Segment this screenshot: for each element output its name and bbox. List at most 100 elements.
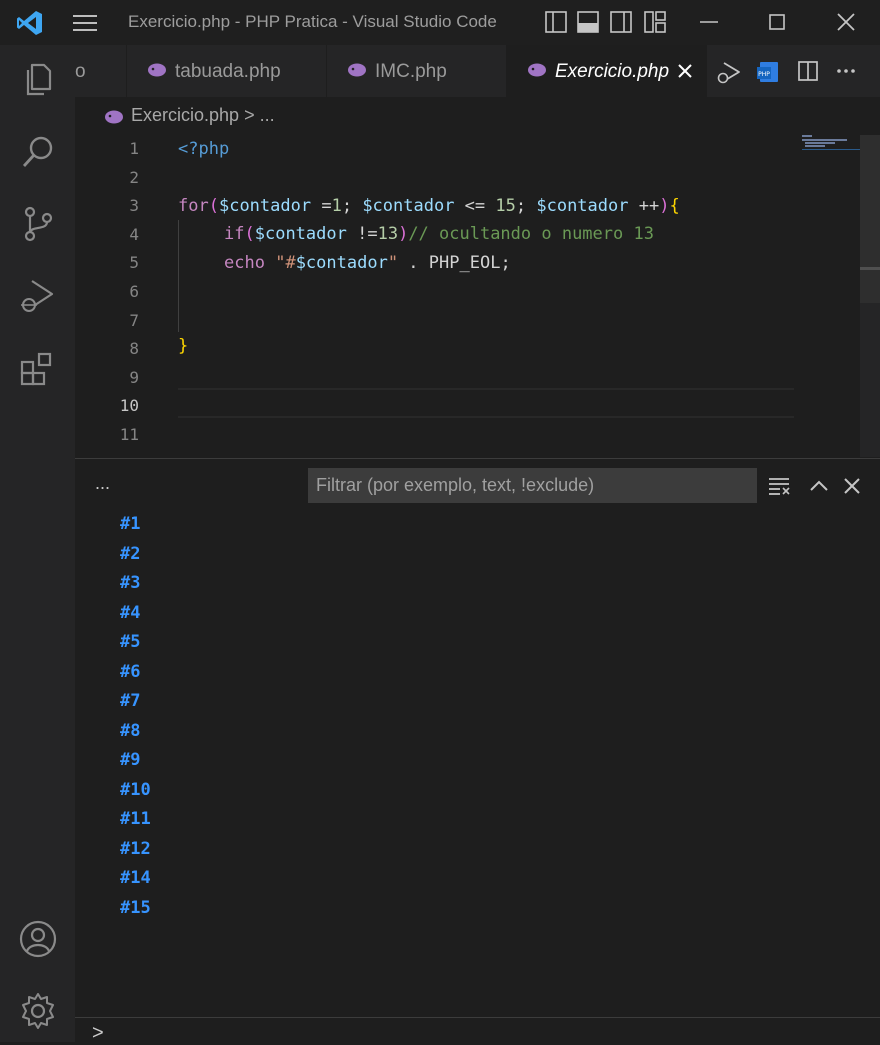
breadcrumb-file[interactable]: Exercicio.php	[131, 105, 239, 125]
filter-input[interactable]	[308, 468, 757, 503]
keyword-echo: echo	[224, 253, 265, 273]
code-line-1[interactable]: <?php	[178, 135, 229, 163]
breadcrumb-separator: >	[244, 105, 255, 125]
divider	[75, 1017, 880, 1018]
code-line-4[interactable]: if($contador !=13)// ocultando o numero …	[224, 220, 654, 248]
number: 1	[331, 196, 342, 216]
php-file-icon	[105, 110, 123, 124]
constant: PHP_EOL	[428, 253, 501, 273]
output-line: #10	[120, 779, 151, 800]
output-panel: ... #1#2#3#4#5#6#7#8#9#10#11#12#14#15 >	[75, 458, 880, 1044]
close-tab-icon[interactable]	[677, 63, 693, 79]
output-line: #15	[120, 897, 151, 918]
vscode-logo-icon[interactable]	[16, 9, 44, 37]
comment: // ocultando o numero 13	[408, 224, 654, 244]
brace: {	[669, 196, 680, 216]
panel-more-button[interactable]: ...	[95, 473, 110, 494]
line-number: 9	[129, 367, 139, 387]
output-line: #11	[120, 809, 151, 829]
tab-label: o	[75, 61, 86, 82]
php-file-icon	[528, 63, 546, 77]
explorer-icon[interactable]	[18, 59, 58, 99]
minimize-icon[interactable]	[697, 10, 721, 34]
code-line-3[interactable]: for($contador =1; $contador <= 15; $cont…	[178, 192, 680, 220]
php-file-icon	[148, 63, 166, 77]
minimap[interactable]	[802, 135, 860, 150]
operator: !=	[346, 224, 378, 244]
code-line-5[interactable]: echo "#$contador" . PHP_EOL;	[224, 249, 511, 277]
code-line-8[interactable]: }	[178, 332, 188, 360]
run-php-icon[interactable]	[715, 59, 741, 85]
line-number: 8	[129, 339, 139, 359]
customize-layout-icon[interactable]	[643, 10, 667, 34]
output-line: #8	[120, 720, 141, 741]
tab-tabuada[interactable]: tabuada.php	[127, 45, 327, 97]
variable: $contador	[362, 196, 455, 216]
tab-label: Exercicio.php	[555, 61, 670, 82]
filter-input-box[interactable]	[308, 468, 757, 503]
output-line: #4	[120, 602, 141, 623]
run-debug-icon[interactable]	[18, 276, 58, 316]
minimap-line	[805, 142, 835, 144]
output-line: #14	[120, 868, 151, 888]
close-icon[interactable]	[834, 10, 858, 34]
string: "#	[275, 253, 296, 273]
close-panel-icon[interactable]	[842, 476, 862, 496]
output-line: #5	[120, 632, 141, 652]
more-actions-icon[interactable]	[834, 59, 858, 83]
menu-icon[interactable]	[72, 12, 98, 34]
operator: <=	[454, 196, 496, 216]
output-line: #3	[120, 573, 141, 593]
chevron-up-icon[interactable]	[808, 476, 830, 496]
source-control-icon[interactable]	[18, 204, 58, 244]
current-line-highlight	[178, 388, 794, 418]
variable: $contador	[295, 253, 388, 273]
operator: .	[398, 253, 429, 273]
editor-scrollbar[interactable]	[860, 135, 880, 457]
paren: (	[244, 224, 255, 244]
clear-output-icon[interactable]	[767, 476, 793, 496]
line-number: 6	[129, 282, 139, 301]
minimap-line	[802, 139, 847, 141]
scrollbar-marker	[860, 267, 880, 270]
php-server-icon[interactable]: PHP	[755, 59, 781, 85]
line-number: 5	[129, 253, 139, 273]
line-number: 10	[119, 396, 139, 416]
minimap-line	[805, 145, 825, 147]
split-editor-icon[interactable]	[796, 59, 820, 83]
breadcrumb: Exercicio.php > ...	[75, 97, 880, 135]
paren: )	[659, 196, 670, 216]
tab-exercicio[interactable]: Exercicio.php	[507, 45, 707, 97]
number: 13	[377, 224, 399, 244]
toggle-panel-icon[interactable]	[576, 10, 600, 34]
tab-hidden[interactable]: o	[75, 45, 127, 97]
keyword-for: for	[178, 196, 209, 216]
activity-bar	[0, 45, 75, 1042]
toggle-secondary-sidebar-icon[interactable]	[609, 10, 633, 34]
editor-tabs: o tabuada.php IMC.php Exercicio.php PHP	[75, 45, 880, 97]
title-bar: Exercicio.php - PHP Pratica - Visual Stu…	[0, 0, 880, 46]
breadcrumb-path[interactable]: Exercicio.php > ...	[131, 105, 275, 126]
tab-imc[interactable]: IMC.php	[327, 45, 507, 97]
variable: $contador	[218, 196, 312, 216]
output-line: #6	[120, 661, 141, 682]
output-line: #12	[120, 838, 151, 859]
brace: }	[178, 336, 189, 356]
paren: (	[208, 196, 219, 216]
settings-gear-icon[interactable]	[18, 991, 58, 1031]
string: "	[387, 253, 399, 273]
code-editor[interactable]: 1 2 3 4 5 6 7 8 9 10 11 <?php for($contador =1; $c…	[75, 135, 880, 457]
scrollbar-thumb[interactable]	[860, 135, 880, 303]
toggle-primary-sidebar-icon[interactable]	[544, 10, 568, 34]
php-open-tag: <?php	[178, 139, 230, 159]
line-number: 4	[129, 224, 139, 244]
number: 15	[495, 196, 516, 216]
account-icon[interactable]	[18, 919, 58, 959]
indent-guide	[178, 220, 179, 332]
search-icon[interactable]	[18, 132, 58, 172]
extensions-icon[interactable]	[18, 348, 58, 388]
maximize-icon[interactable]	[765, 10, 789, 34]
breadcrumb-symbols[interactable]: ...	[260, 105, 275, 125]
svg-text:PHP: PHP	[758, 71, 770, 78]
